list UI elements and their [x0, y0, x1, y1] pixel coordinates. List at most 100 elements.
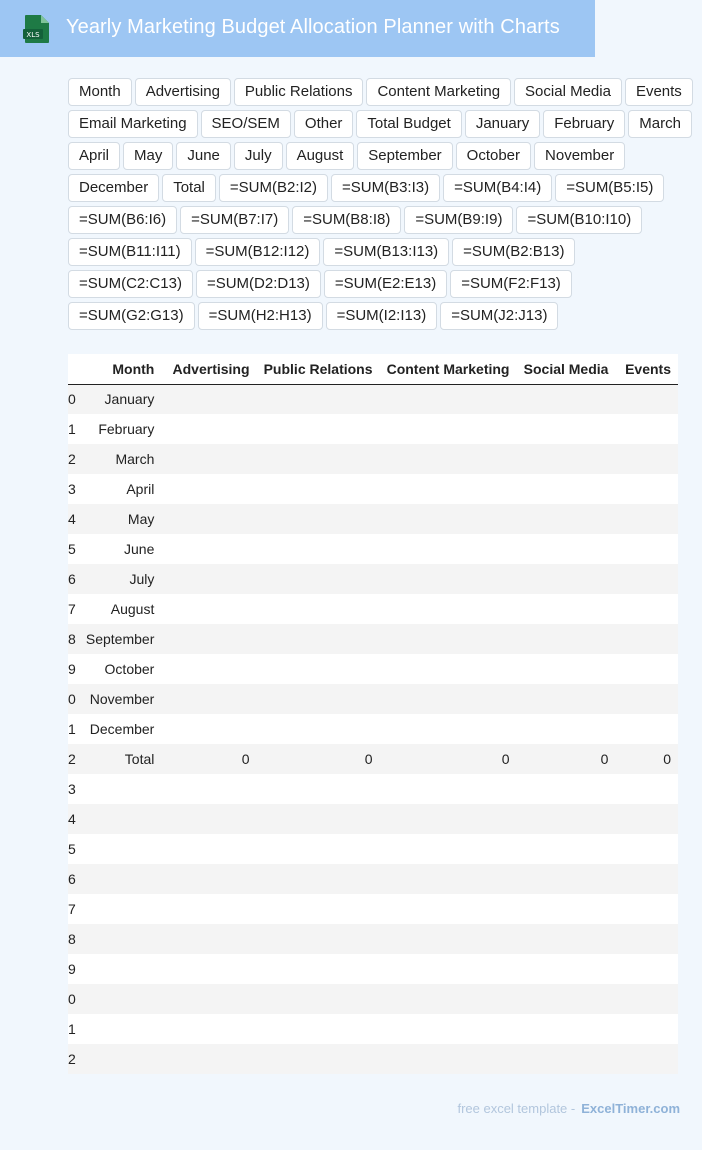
field-chip[interactable]: =SUM(J2:J13): [440, 302, 559, 330]
table-cell[interactable]: [615, 594, 678, 624]
field-chip[interactable]: =SUM(B5:I5): [555, 174, 665, 202]
table-cell[interactable]: [380, 924, 517, 954]
column-header-content-marketing[interactable]: Content Marketing: [380, 354, 517, 384]
field-chip[interactable]: November: [534, 142, 626, 170]
field-chip[interactable]: =SUM(B8:I8): [292, 206, 402, 234]
table-cell[interactable]: [257, 564, 380, 594]
field-chip[interactable]: February: [543, 110, 626, 138]
table-cell[interactable]: [257, 444, 380, 474]
table-cell[interactable]: [161, 594, 256, 624]
field-chip[interactable]: Advertising: [134, 78, 231, 106]
table-cell[interactable]: [615, 684, 678, 714]
table-cell[interactable]: [257, 924, 380, 954]
table-cell[interactable]: [76, 984, 161, 1014]
table-cell[interactable]: [161, 414, 256, 444]
table-cell[interactable]: [257, 774, 380, 804]
table-cell[interactable]: [161, 924, 256, 954]
table-cell[interactable]: [516, 534, 615, 564]
table-cell[interactable]: 0: [380, 744, 517, 774]
table-cell[interactable]: [161, 894, 256, 924]
field-chip[interactable]: Month: [68, 78, 132, 106]
field-chip[interactable]: =SUM(I2:I13): [325, 302, 438, 330]
table-cell[interactable]: [380, 444, 517, 474]
table-cell[interactable]: [516, 384, 615, 414]
table-cell[interactable]: [615, 834, 678, 864]
table-cell[interactable]: [257, 534, 380, 564]
table-cell[interactable]: [516, 1014, 615, 1044]
table-cell[interactable]: [76, 924, 161, 954]
table-cell[interactable]: [380, 624, 517, 654]
column-header-month[interactable]: Month: [76, 354, 161, 384]
table-cell[interactable]: [615, 564, 678, 594]
table-cell[interactable]: [76, 894, 161, 924]
table-cell[interactable]: [161, 804, 256, 834]
field-chip[interactable]: =SUM(B2:I2): [218, 174, 328, 202]
table-cell[interactable]: [257, 804, 380, 834]
field-chip[interactable]: =SUM(B4:I4): [443, 174, 553, 202]
table-cell[interactable]: [257, 474, 380, 504]
table-cell[interactable]: [516, 954, 615, 984]
field-chip[interactable]: =SUM(E2:E13): [323, 270, 448, 298]
table-cell[interactable]: [380, 384, 517, 414]
table-cell[interactable]: [615, 414, 678, 444]
field-chip[interactable]: April: [68, 142, 121, 170]
table-cell[interactable]: [516, 414, 615, 444]
field-chip[interactable]: May: [123, 142, 174, 170]
table-cell[interactable]: [516, 654, 615, 684]
field-chip[interactable]: March: [628, 110, 692, 138]
field-chip[interactable]: =SUM(B10:I10): [516, 206, 643, 234]
table-cell[interactable]: [380, 474, 517, 504]
table-cell[interactable]: [257, 834, 380, 864]
table-cell[interactable]: [615, 444, 678, 474]
table-cell[interactable]: March: [76, 444, 161, 474]
table-cell[interactable]: November: [76, 684, 161, 714]
table-cell[interactable]: [615, 804, 678, 834]
table-cell[interactable]: 0: [257, 744, 380, 774]
table-cell[interactable]: [257, 414, 380, 444]
table-cell[interactable]: [615, 654, 678, 684]
column-header-events[interactable]: Events: [615, 354, 678, 384]
table-cell[interactable]: [380, 1014, 517, 1044]
field-chip[interactable]: =SUM(B3:I3): [331, 174, 441, 202]
table-cell[interactable]: [76, 864, 161, 894]
table-cell[interactable]: [615, 954, 678, 984]
table-cell[interactable]: [76, 834, 161, 864]
field-chip[interactable]: Other: [293, 110, 354, 138]
table-cell[interactable]: [161, 624, 256, 654]
table-cell[interactable]: 0: [615, 744, 678, 774]
field-chip[interactable]: Total: [162, 174, 216, 202]
table-cell[interactable]: [380, 774, 517, 804]
table-cell[interactable]: [516, 984, 615, 1014]
field-chip[interactable]: =SUM(G2:G13): [68, 302, 195, 330]
table-cell[interactable]: [257, 654, 380, 684]
field-chip[interactable]: June: [176, 142, 231, 170]
field-chip[interactable]: October: [455, 142, 532, 170]
table-cell[interactable]: [257, 864, 380, 894]
field-chip[interactable]: Email Marketing: [68, 110, 198, 138]
table-cell[interactable]: [161, 444, 256, 474]
table-cell[interactable]: [380, 684, 517, 714]
table-cell[interactable]: [161, 384, 256, 414]
table-cell[interactable]: [516, 774, 615, 804]
table-cell[interactable]: [380, 534, 517, 564]
table-cell[interactable]: July: [76, 564, 161, 594]
field-chip[interactable]: =SUM(B2:B13): [452, 238, 576, 266]
table-cell[interactable]: February: [76, 414, 161, 444]
table-cell[interactable]: Total: [76, 744, 161, 774]
field-chip[interactable]: Content Marketing: [366, 78, 512, 106]
table-cell[interactable]: [161, 774, 256, 804]
table-cell[interactable]: [615, 384, 678, 414]
table-cell[interactable]: [380, 894, 517, 924]
table-cell[interactable]: [380, 1044, 517, 1074]
table-cell[interactable]: [516, 834, 615, 864]
table-cell[interactable]: [516, 714, 615, 744]
field-chip[interactable]: SEO/SEM: [200, 110, 291, 138]
table-cell[interactable]: [161, 834, 256, 864]
field-chip[interactable]: =SUM(B11:I11): [68, 238, 192, 266]
table-cell[interactable]: [516, 684, 615, 714]
table-cell[interactable]: [516, 1044, 615, 1074]
table-cell[interactable]: [76, 774, 161, 804]
table-cell[interactable]: January: [76, 384, 161, 414]
table-cell[interactable]: December: [76, 714, 161, 744]
column-header-advertising[interactable]: Advertising: [161, 354, 256, 384]
